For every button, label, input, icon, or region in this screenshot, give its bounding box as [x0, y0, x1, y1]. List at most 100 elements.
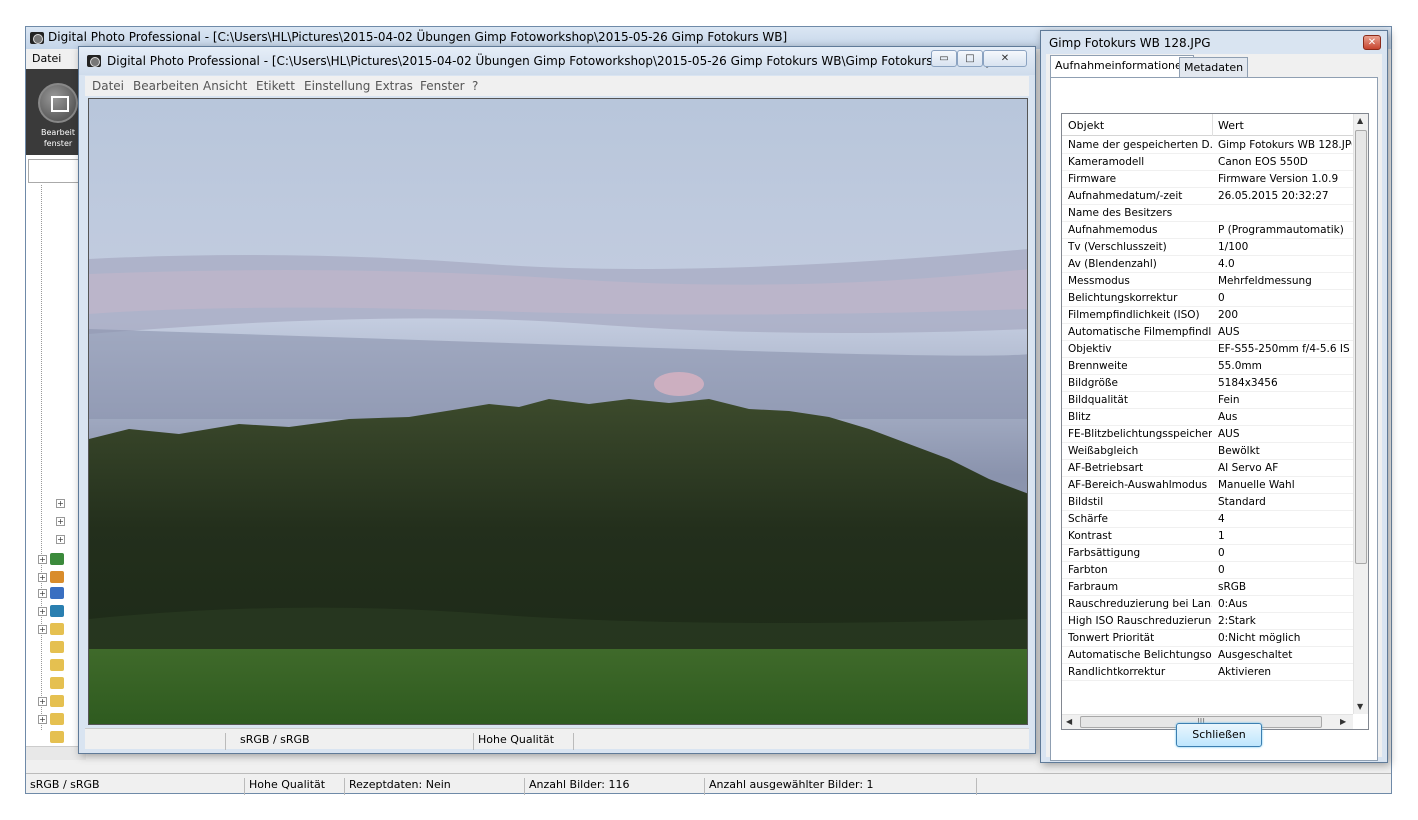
network-icon [50, 553, 64, 565]
table-row[interactable]: Bildqualität Fein [1062, 392, 1353, 409]
row-value: Mehrfeldmessung [1218, 275, 1312, 287]
expand-icon[interactable]: + [38, 625, 47, 634]
expand-icon[interactable]: + [56, 535, 65, 544]
menu-datei[interactable]: Datei [92, 79, 124, 93]
scroll-right-icon[interactable]: ▶ [1340, 717, 1346, 726]
table-row[interactable]: Bildgröße 5184x3456 [1062, 375, 1353, 392]
folder-tree[interactable]: + + + + + + + + + + [26, 155, 86, 760]
property-table[interactable]: Objekt Wert Name der gespeicherten D... G… [1061, 113, 1369, 730]
table-row[interactable]: AF-Bereich-Auswahlmodus Manuelle Wahl [1062, 477, 1353, 494]
close-button[interactable]: Schließen [1176, 723, 1262, 747]
row-value: 2:Stark [1218, 615, 1256, 627]
row-object: Farbraum [1068, 581, 1119, 593]
expand-icon[interactable]: + [38, 607, 47, 616]
expand-icon[interactable]: + [38, 573, 47, 582]
maximize-icon[interactable]: □ [957, 50, 983, 67]
table-row[interactable]: Blitz Aus [1062, 409, 1353, 426]
menu-fenster[interactable]: Fenster [420, 79, 465, 93]
column-divider[interactable] [1212, 114, 1213, 136]
close-icon[interactable]: ✕ [983, 50, 1027, 67]
table-row[interactable]: AF-Betriebsart AI Servo AF [1062, 460, 1353, 477]
folder-icon [50, 695, 64, 707]
table-row[interactable]: High ISO Rauschreduzierung 2:Stark [1062, 613, 1353, 630]
photo-preview[interactable] [88, 98, 1028, 725]
table-row[interactable]: Automatische Belichtungso... Ausgeschalte… [1062, 647, 1353, 664]
expand-icon[interactable]: + [56, 517, 65, 526]
expand-icon[interactable]: + [38, 697, 47, 706]
close-icon[interactable]: ✕ [1363, 35, 1381, 50]
menu-bearbeiten[interactable]: Bearbeiten [133, 79, 199, 93]
row-object: AF-Bereich-Auswahlmodus [1068, 479, 1208, 491]
table-row[interactable]: Filmempfindlichkeit (ISO) 200 [1062, 307, 1353, 324]
menu-ansicht[interactable]: Ansicht [203, 79, 247, 93]
menu-extras[interactable]: Extras [375, 79, 413, 93]
row-object: FE-Blitzbelichtungsspeicher... [1068, 428, 1212, 440]
row-value: Standard [1218, 496, 1266, 508]
table-row[interactable]: Automatische Filmempfindli... AUS [1062, 324, 1353, 341]
scroll-left-icon[interactable]: ◀ [1066, 717, 1072, 726]
minimize-icon[interactable]: ▭ [931, 50, 957, 67]
table-row[interactable]: Kameramodell Canon EOS 550D [1062, 154, 1353, 171]
row-object: Name des Besitzers [1068, 207, 1173, 219]
menu-einstellung[interactable]: Einstellung [304, 79, 370, 93]
expand-icon[interactable]: + [38, 715, 47, 724]
table-row[interactable]: Name der gespeicherten D... Gimp Fotokurs… [1062, 137, 1353, 154]
row-object: Automatische Filmempfindli... [1068, 326, 1212, 338]
menu-help[interactable]: ? [472, 79, 478, 93]
viewer-status-color-space: sRGB / sRGB [240, 733, 310, 746]
row-object: Bildqualität [1068, 394, 1128, 406]
table-row[interactable]: FE-Blitzbelichtungsspeicher... AUS [1062, 426, 1353, 443]
table-row[interactable]: Bildstil Standard [1062, 494, 1353, 511]
table-row[interactable]: Aufnahmedatum/-zeit 26.05.2015 20:32:27 [1062, 188, 1353, 205]
viewer-titlebar[interactable]: Digital Photo Professional - [C:\Users\H… [79, 47, 1035, 75]
scroll-up-icon[interactable]: ▲ [1357, 116, 1363, 125]
edit-window-button[interactable] [38, 83, 78, 123]
table-row[interactable]: Farbraum sRGB [1062, 579, 1353, 596]
table-row[interactable]: Weißabgleich Bewölkt [1062, 443, 1353, 460]
scroll-down-icon[interactable]: ▼ [1357, 702, 1363, 711]
table-row[interactable]: Tonwert Priorität 0:Nicht möglich [1062, 630, 1353, 647]
row-object: AF-Betriebsart [1068, 462, 1144, 474]
table-row[interactable]: Randlichtkorrektur Aktivieren [1062, 664, 1353, 681]
expand-icon[interactable]: + [38, 589, 47, 598]
table-row[interactable]: Aufnahmemodus P (Programmautomatik) [1062, 222, 1353, 239]
folder-icon [50, 659, 64, 671]
row-value: sRGB [1218, 581, 1247, 593]
expand-icon[interactable]: + [38, 555, 47, 564]
table-row[interactable]: Messmodus Mehrfeldmessung [1062, 273, 1353, 290]
table-row[interactable]: Schärfe 4 [1062, 511, 1353, 528]
table-row[interactable]: Kontrast 1 [1062, 528, 1353, 545]
camera-icon [30, 32, 44, 44]
row-value: 0:Nicht möglich [1218, 632, 1301, 644]
computer-icon [50, 587, 64, 599]
row-object: Firmware [1068, 173, 1117, 185]
column-header-value[interactable]: Wert [1218, 119, 1244, 132]
table-row[interactable]: Brennweite 55.0mm [1062, 358, 1353, 375]
table-row[interactable]: Firmware Firmware Version 1.0.9 [1062, 171, 1353, 188]
vertical-scrollbar[interactable]: ▲ ▼ [1353, 114, 1368, 714]
row-value: Ausgeschaltet [1218, 649, 1293, 661]
table-row[interactable]: Objektiv EF-S55-250mm f/4-5.6 IS II [1062, 341, 1353, 358]
row-object: Rauschreduzierung bei Lan... [1068, 598, 1212, 610]
column-header-object[interactable]: Objekt [1068, 119, 1104, 132]
folder-icon [50, 731, 64, 743]
table-row[interactable]: Farbton 0 [1062, 562, 1353, 579]
table-row[interactable]: Rauschreduzierung bei Lan... 0:Aus [1062, 596, 1353, 613]
scrollbar-thumb[interactable] [1355, 130, 1367, 564]
expand-icon[interactable]: + [56, 499, 65, 508]
tab-shooting-info[interactable]: Aufnahmeinformationen [1050, 55, 1194, 78]
table-row[interactable]: Farbsättigung 0 [1062, 545, 1353, 562]
row-object: Tonwert Priorität [1068, 632, 1155, 644]
row-object: Blitz [1068, 411, 1091, 423]
table-row[interactable]: Tv (Verschlusszeit) 1/100 [1062, 239, 1353, 256]
table-row[interactable]: Belichtungskorrektur 0 [1062, 290, 1353, 307]
table-row[interactable]: Av (Blendenzahl) 4.0 [1062, 256, 1353, 273]
tab-metadata[interactable]: Metadaten [1179, 57, 1249, 77]
tree-horizontal-scrollbar[interactable] [26, 746, 86, 760]
row-object: Farbton [1068, 564, 1108, 576]
table-row[interactable]: Name des Besitzers [1062, 205, 1353, 222]
menu-etikett[interactable]: Etikett [256, 79, 295, 93]
main-menu-datei[interactable]: Datei [32, 52, 61, 65]
dialog-body: Aufnahmeinformationen Metadaten Objekt W… [1046, 54, 1382, 761]
folder-tree-header [28, 159, 84, 183]
